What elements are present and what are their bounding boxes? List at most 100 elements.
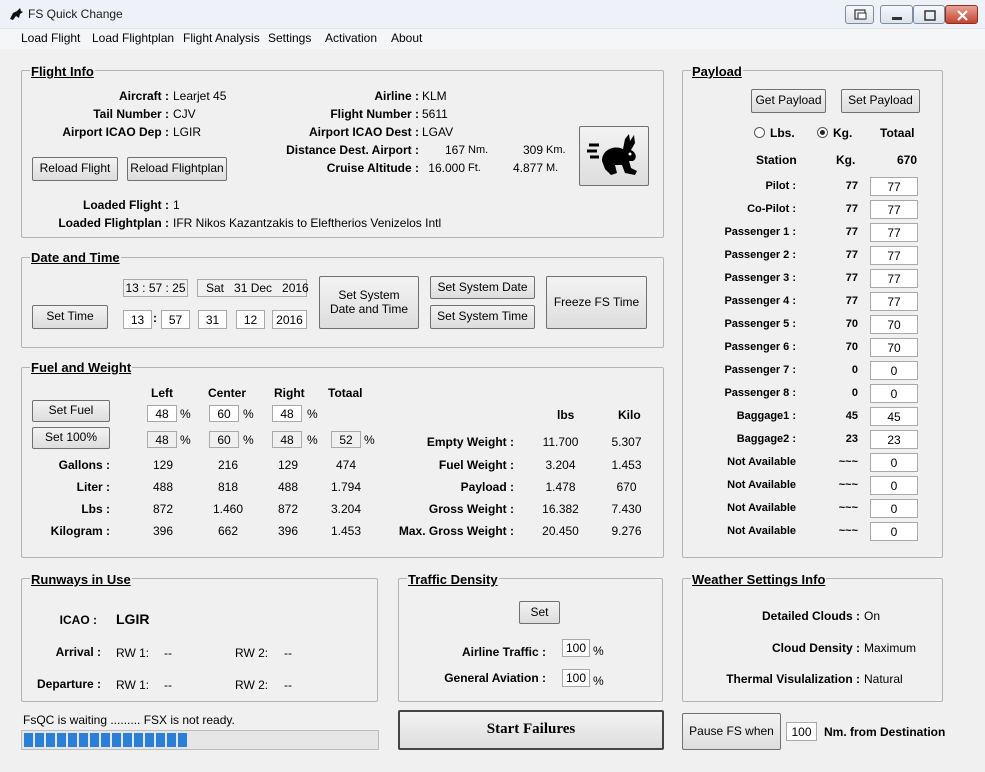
cloud-density-label: Cloud Density :: [771, 641, 860, 655]
flight-number-value: 5611: [422, 107, 448, 121]
reload-flight-button[interactable]: Reload Flight: [32, 157, 118, 181]
minute-input[interactable]: 57: [161, 310, 190, 329]
menu-settings[interactable]: Settings: [268, 31, 311, 45]
set-100-percent-button[interactable]: Set 100%: [32, 427, 110, 449]
set-system-date-time-button[interactable]: Set System Date and Time: [319, 276, 419, 329]
payload-title: Payload: [691, 64, 743, 79]
station-label: Passenger 8 :: [724, 387, 796, 399]
year-input[interactable]: 2016: [272, 310, 307, 329]
station-weight-input[interactable]: 77: [870, 292, 918, 311]
dep-airport-value: LGIR: [173, 125, 202, 139]
station-weight-input[interactable]: 0: [870, 499, 918, 518]
kg-header: Kg.: [836, 153, 856, 167]
empty-weight-label: Empty Weight :: [426, 435, 514, 449]
menu-activation[interactable]: Activation: [325, 31, 377, 45]
fuel-cell: 488: [277, 480, 299, 494]
reload-flightplan-button[interactable]: Reload Flightplan: [127, 157, 227, 181]
weight-cell: 20.450: [542, 524, 579, 538]
general-aviation-input[interactable]: 100: [562, 669, 590, 687]
menu-about[interactable]: About: [391, 31, 422, 45]
arrival-label: Arrival :: [55, 645, 101, 659]
station-weight-input[interactable]: 0: [870, 453, 918, 472]
quick-change-button[interactable]: [579, 126, 649, 186]
freeze-fs-time-button[interactable]: Freeze FS Time: [546, 276, 647, 329]
departure-rw1-label: RW 1:: [116, 678, 150, 692]
set-fuel-button[interactable]: Set Fuel: [32, 400, 110, 422]
status-progress-bar: [21, 730, 379, 750]
aircraft-value: Learjet 45: [173, 89, 227, 103]
station-kg-value: 70: [845, 341, 858, 353]
fuel-right-header: Right: [274, 386, 305, 400]
traffic-set-button[interactable]: Set: [519, 601, 560, 624]
restore-down-icon[interactable]: [845, 5, 874, 24]
distance-label: Distance Dest. Airport :: [286, 143, 419, 157]
station-weight-input[interactable]: 70: [870, 315, 918, 334]
minimize-icon[interactable]: [880, 5, 913, 24]
fuel-center-input[interactable]: 60: [209, 405, 239, 422]
fuel-cell: 1.460: [212, 502, 244, 516]
fuel-center-current: 60: [209, 431, 239, 448]
station-kg-value: 45: [845, 410, 858, 422]
distance-nm-value: 167: [444, 143, 465, 157]
fuel-left-input[interactable]: 48: [147, 405, 177, 422]
start-failures-button[interactable]: Start Failures: [398, 710, 664, 750]
station-weight-input[interactable]: 77: [870, 200, 918, 219]
progress-segment: [57, 733, 66, 747]
pause-distance-input[interactable]: 100: [786, 722, 817, 741]
station-kg-value: 77: [845, 180, 858, 192]
station-weight-input[interactable]: 77: [870, 246, 918, 265]
loaded-flight-label: Loaded Flight :: [83, 198, 169, 212]
pause-fs-button[interactable]: Pause FS when: [682, 713, 781, 750]
month-input[interactable]: 12: [236, 310, 265, 329]
station-label: Co-Pilot :: [747, 203, 796, 215]
station-weight-input[interactable]: 0: [870, 384, 918, 403]
fuel-cell: 396: [277, 524, 299, 538]
menu-load-flight[interactable]: Load Flight: [21, 31, 80, 45]
airline-traffic-label: Airline Traffic :: [461, 645, 546, 659]
fuel-center-header: Center: [208, 386, 247, 400]
station-weight-input[interactable]: 0: [870, 361, 918, 380]
station-weight-input[interactable]: 0: [870, 522, 918, 541]
airline-traffic-input[interactable]: 100: [562, 639, 590, 657]
fuel-right-input[interactable]: 48: [272, 405, 302, 422]
fuel-left-current: 48: [147, 431, 177, 448]
progress-segment: [156, 733, 165, 747]
dest-airport-value: LGAV: [422, 125, 454, 139]
progress-segment: [46, 733, 55, 747]
weight-cell: 670: [616, 480, 637, 494]
station-weight-input[interactable]: 77: [870, 177, 918, 196]
hour-input[interactable]: 13: [123, 310, 152, 329]
weight-lbs-header: lbs: [557, 408, 575, 422]
airline-label: Airline :: [374, 89, 419, 103]
get-payload-button[interactable]: Get Payload: [751, 89, 826, 113]
station-label: Passenger 4 :: [724, 295, 796, 307]
station-kg-value: 70: [845, 318, 858, 330]
app-logo-icon: [8, 7, 24, 23]
station-label: Passenger 5 :: [724, 318, 796, 330]
progress-segment: [167, 733, 176, 747]
set-payload-button[interactable]: Set Payload: [841, 89, 920, 113]
station-weight-input[interactable]: 77: [870, 269, 918, 288]
kg-radio[interactable]: [817, 127, 828, 138]
menu-flight-analysis[interactable]: Flight Analysis: [183, 31, 260, 45]
weight-kilo-header: Kilo: [618, 408, 641, 422]
station-weight-input[interactable]: 23: [870, 430, 918, 449]
station-weight-input[interactable]: 77: [870, 223, 918, 242]
set-time-button[interactable]: Set Time: [32, 305, 108, 329]
station-weight-input[interactable]: 70: [870, 338, 918, 357]
station-weight-input[interactable]: 45: [870, 407, 918, 426]
lbs-radio[interactable]: [754, 127, 765, 138]
station-weight-input[interactable]: 0: [870, 476, 918, 495]
arrival-rw1-label: RW 1:: [116, 646, 150, 660]
set-system-time-button[interactable]: Set System Time: [430, 305, 535, 329]
progress-segment: [101, 733, 110, 747]
tail-number-value: CJV: [173, 107, 196, 121]
maximize-icon[interactable]: [913, 5, 945, 24]
current-time-display: 13 : 57 : 25: [123, 279, 188, 297]
gross-weight-label: Gross Weight :: [428, 502, 514, 516]
set-system-date-button[interactable]: Set System Date: [430, 276, 535, 299]
close-icon[interactable]: [945, 5, 978, 24]
menu-load-flightplan[interactable]: Load Flightplan: [92, 31, 174, 45]
runway-icao-value: LGIR: [116, 611, 150, 627]
day-input[interactable]: 31: [198, 310, 227, 329]
